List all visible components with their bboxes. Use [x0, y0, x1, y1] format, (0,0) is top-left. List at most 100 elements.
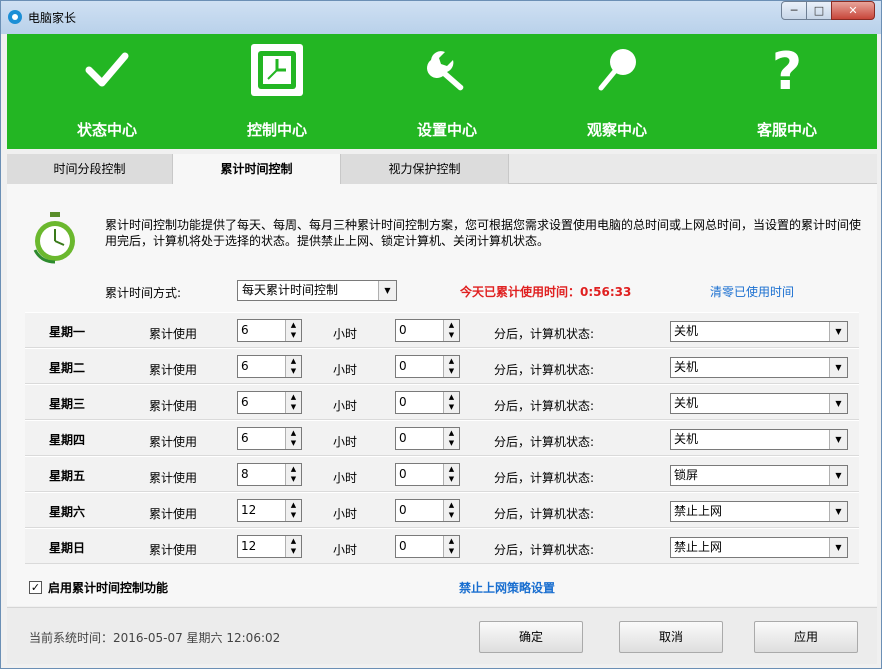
- hours-stepper[interactable]: 12 ▲ ▼: [237, 499, 302, 522]
- spin-arrows-icon[interactable]: ▲ ▼: [443, 356, 459, 377]
- wrench-icon: [421, 44, 473, 96]
- minimize-icon: ─: [790, 4, 798, 17]
- spin-arrows-icon[interactable]: ▲ ▼: [285, 536, 301, 557]
- after-label: 分后，计算机状态:: [494, 507, 595, 521]
- minutes-value: 0: [399, 359, 407, 373]
- mode-label: 累计时间方式:: [105, 286, 182, 300]
- after-label: 分后，计算机状态:: [494, 399, 595, 413]
- minutes-stepper[interactable]: 0 ▲ ▼: [395, 427, 460, 450]
- hours-stepper[interactable]: 6 ▲ ▼: [237, 391, 302, 414]
- hours-stepper[interactable]: 6 ▲ ▼: [237, 427, 302, 450]
- status-select[interactable]: 禁止上网 ▼: [670, 537, 848, 558]
- cancel-button[interactable]: 取消: [619, 621, 723, 653]
- spin-arrows-icon[interactable]: ▲ ▼: [443, 392, 459, 413]
- hours-stepper[interactable]: 6 ▲ ▼: [237, 319, 302, 342]
- chevron-down-icon: ▼: [829, 538, 847, 557]
- close-button[interactable]: ✕: [831, 1, 875, 20]
- hours-value: 6: [241, 431, 249, 445]
- spin-arrows-icon[interactable]: ▲ ▼: [443, 536, 459, 557]
- spin-arrows-icon[interactable]: ▲ ▼: [443, 464, 459, 485]
- chevron-down-icon: ▼: [829, 430, 847, 449]
- tab-eye-protection[interactable]: 视力保护控制: [341, 154, 509, 184]
- spin-arrows-icon[interactable]: ▲ ▼: [285, 320, 301, 341]
- minutes-stepper[interactable]: 0 ▲ ▼: [395, 463, 460, 486]
- mode-select[interactable]: 每天累计时间控制 ▼: [237, 280, 397, 301]
- hours-value: 12: [241, 539, 257, 553]
- minutes-stepper[interactable]: 0 ▲ ▼: [395, 535, 460, 558]
- minutes-stepper[interactable]: 0 ▲ ▼: [395, 391, 460, 414]
- minutes-value: 0: [399, 431, 407, 445]
- hours-stepper[interactable]: 12 ▲ ▼: [237, 535, 302, 558]
- clock-icon: [251, 44, 303, 96]
- spin-arrows-icon[interactable]: ▲ ▼: [285, 464, 301, 485]
- after-label: 分后，计算机状态:: [494, 327, 595, 341]
- nav-label: 状态中心: [76, 121, 137, 139]
- block-internet-policy-link[interactable]: 禁止上网策略设置: [459, 579, 555, 596]
- after-label: 分后，计算机状态:: [494, 363, 595, 377]
- tab-cumulative-time[interactable]: 累计时间控制: [173, 154, 341, 185]
- spin-arrows-icon[interactable]: ▲ ▼: [285, 500, 301, 521]
- table-row: 星期五 累计使用 8 ▲ ▼ 小时 0 ▲ ▼ 分后，计算机状态: 锁屏 ▼: [25, 456, 859, 492]
- status-select[interactable]: 禁止上网 ▼: [670, 501, 848, 522]
- window-title: 电脑家长: [28, 11, 77, 25]
- hours-stepper[interactable]: 6 ▲ ▼: [237, 355, 302, 378]
- cumulative-label: 累计使用: [149, 507, 198, 521]
- chevron-down-icon: ▼: [829, 322, 847, 341]
- reset-used-time-link[interactable]: 清零已使用时间: [710, 283, 794, 300]
- cumulative-label: 累计使用: [149, 471, 198, 485]
- table-row: 星期六 累计使用 12 ▲ ▼ 小时 0 ▲ ▼ 分后，计算机状态: 禁止上网 ▼: [25, 492, 859, 528]
- enable-checkbox-row[interactable]: ✓ 启用累计时间控制功能: [29, 579, 168, 596]
- after-label: 分后，计算机状态:: [494, 435, 595, 449]
- checkmark-icon: [81, 44, 133, 96]
- maximize-button[interactable]: □: [806, 1, 832, 20]
- spin-arrows-icon[interactable]: ▲ ▼: [443, 428, 459, 449]
- table-row: 星期四 累计使用 6 ▲ ▼ 小时 0 ▲ ▼ 分后，计算机状态: 关机 ▼: [25, 420, 859, 456]
- cumulative-label: 累计使用: [149, 543, 198, 557]
- minutes-stepper[interactable]: 0 ▲ ▼: [395, 499, 460, 522]
- hours-stepper[interactable]: 8 ▲ ▼: [237, 463, 302, 486]
- nav-label: 观察中心: [586, 121, 647, 139]
- hours-value: 8: [241, 467, 249, 481]
- after-label: 分后，计算机状态:: [494, 543, 595, 557]
- spin-arrows-icon[interactable]: ▲ ▼: [443, 500, 459, 521]
- spin-arrows-icon[interactable]: ▲ ▼: [443, 320, 459, 341]
- chevron-down-icon: ▼: [829, 394, 847, 413]
- weekday-label: 星期五: [49, 469, 86, 483]
- enable-checkbox[interactable]: ✓: [29, 581, 42, 594]
- main-panel: 累计时间控制功能提供了每天、每周、每月三种累计时间控制方案，您可根据您需求设置使…: [7, 184, 877, 606]
- spin-arrows-icon[interactable]: ▲ ▼: [285, 392, 301, 413]
- table-row: 星期一 累计使用 6 ▲ ▼ 小时 0 ▲ ▼ 分后，计算机状态: 关机 ▼: [25, 312, 859, 348]
- status-select[interactable]: 关机 ▼: [670, 429, 848, 450]
- chevron-down-icon: ▼: [378, 281, 396, 300]
- minimize-button[interactable]: ─: [781, 1, 807, 20]
- sub-tab-bar: 时间分段控制 累计时间控制 视力保护控制: [7, 154, 877, 185]
- weekday-label: 星期三: [49, 397, 86, 411]
- nav-observe-center[interactable]: 观察中心: [557, 34, 677, 149]
- status-select[interactable]: 关机 ▼: [670, 393, 848, 414]
- weekday-label: 星期二: [49, 361, 86, 375]
- table-row: 星期二 累计使用 6 ▲ ▼ 小时 0 ▲ ▼ 分后，计算机状态: 关机 ▼: [25, 348, 859, 384]
- status-value: 关机: [674, 324, 699, 338]
- apply-button[interactable]: 应用: [754, 621, 858, 653]
- minutes-value: 0: [399, 467, 407, 481]
- status-select[interactable]: 锁屏 ▼: [670, 465, 848, 486]
- minutes-value: 0: [399, 503, 407, 517]
- nav-settings-center[interactable]: 设置中心: [387, 34, 507, 149]
- status-select[interactable]: 关机 ▼: [670, 321, 848, 342]
- cumulative-label: 累计使用: [149, 327, 198, 341]
- hours-unit: 小时: [333, 507, 358, 521]
- hours-value: 6: [241, 395, 249, 409]
- status-value: 锁屏: [674, 468, 699, 482]
- nav-control-center[interactable]: 控制中心: [217, 34, 337, 149]
- spin-arrows-icon[interactable]: ▲ ▼: [285, 428, 301, 449]
- minutes-stepper[interactable]: 0 ▲ ▼: [395, 319, 460, 342]
- minutes-value: 0: [399, 395, 407, 409]
- minutes-stepper[interactable]: 0 ▲ ▼: [395, 355, 460, 378]
- nav-status-center[interactable]: 状态中心: [47, 34, 167, 149]
- nav-service-center[interactable]: ? 客服中心: [727, 34, 847, 149]
- tab-time-segment[interactable]: 时间分段控制: [7, 154, 173, 184]
- spin-arrows-icon[interactable]: ▲ ▼: [285, 356, 301, 377]
- status-select[interactable]: 关机 ▼: [670, 357, 848, 378]
- ok-button[interactable]: 确定: [479, 621, 583, 653]
- nav-label: 控制中心: [246, 121, 307, 139]
